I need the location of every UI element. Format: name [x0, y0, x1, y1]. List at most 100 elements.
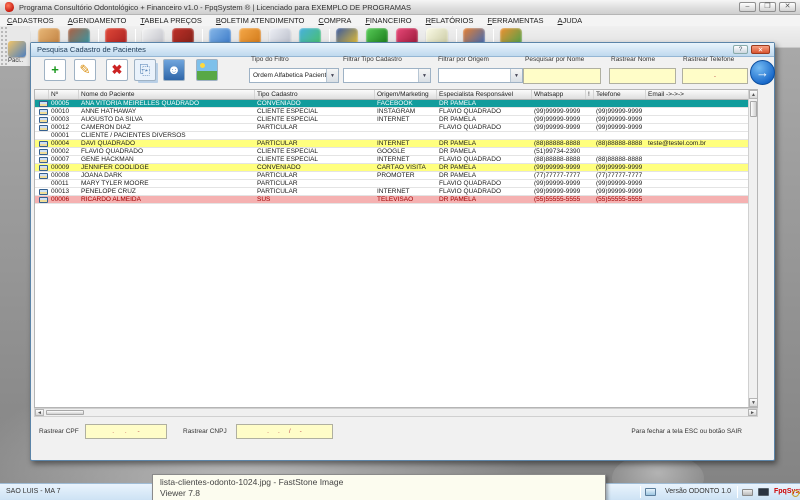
table-row[interactable]: 00003AUGUSTO DA SILVACLIENTE ESPECIALINT… [35, 116, 757, 124]
menu-ajuda[interactable]: AJUDA [551, 16, 590, 25]
restore-button[interactable]: ❐ [759, 2, 776, 12]
table-row[interactable]: 00013PENELOPE CRUZPARTICULARINTERNETFLAV… [35, 188, 757, 196]
chevron-down-icon[interactable]: ▼ [510, 69, 522, 82]
vertical-scrollbar[interactable]: ▲ ▼ [748, 90, 757, 407]
rastrear-cnpj-input[interactable] [236, 424, 333, 439]
cell: 00002 [49, 148, 79, 155]
cell: (99)99999-9999 [594, 188, 646, 195]
horizontal-scrollbar[interactable]: ◄ ► [34, 408, 758, 417]
scroll-down-icon[interactable]: ▼ [749, 398, 758, 407]
rastrear-nome-input[interactable] [609, 68, 676, 84]
column-header-6[interactable]: Whatsapp [532, 90, 586, 99]
table-row[interactable]: 00008JOANA DARKPARTICULARPROMOTERDR PAME… [35, 172, 757, 180]
table-row[interactable]: 00005ANA VITORIA MEIRELLES QUADRADOCONVE… [35, 100, 757, 108]
cell: TELEVISÃO [375, 196, 437, 203]
horizontal-scroll-thumb[interactable] [46, 410, 84, 415]
photo-icon [39, 125, 48, 131]
tipo-filtro-combo[interactable]: Ordem Alfabetica Paciente ▼ [249, 68, 339, 83]
cell: DR PAMELA [437, 116, 532, 123]
chevron-down-icon[interactable]: ▼ [326, 69, 338, 82]
filtrar-tipo-cadastro-combo[interactable]: ▼ [343, 68, 431, 83]
menu-agendamento[interactable]: AGENDAMENTO [61, 16, 134, 25]
cell: SUS [255, 196, 375, 203]
pesquisar-nome-input[interactable] [523, 68, 601, 84]
table-row[interactable]: 00009JENNIFER COOLIDGECONVENIADOCARTÃO V… [35, 164, 757, 172]
dialog-close-button[interactable]: ✕ [751, 45, 770, 54]
key-icon [792, 489, 800, 497]
menu-boletim-atendimento[interactable]: BOLETIM ATENDIMENTO [209, 16, 312, 25]
side-toolbar-gripper[interactable] [0, 26, 7, 66]
table-row[interactable]: 00002FLAVIO QUADRADOCLIENTE ESPECIALGOOG… [35, 148, 757, 156]
cell [586, 156, 594, 163]
cell [375, 180, 437, 187]
dialog-titlebar[interactable]: Pesquisa Cadastro de Pacientes ? ✕ [31, 43, 774, 57]
patients-big-button-icon[interactable] [8, 41, 26, 57]
rastrear-cpf-input[interactable] [85, 424, 167, 439]
cell [375, 124, 437, 131]
cell: 00013 [49, 188, 79, 195]
monitor-icon [758, 488, 769, 496]
menu-financeiro[interactable]: FINANCEIRO [358, 16, 418, 25]
column-header-8[interactable]: Telefone [594, 90, 646, 99]
menu-cadastros[interactable]: CADASTROS [0, 16, 61, 25]
patient-photo-icon[interactable] [196, 59, 218, 81]
table-row[interactable]: 00011MARY TYLER MOOREPARTICULARFLAVIO QU… [35, 180, 757, 188]
pesquisa-cadastro-pacientes-window: Pesquisa Cadastro de Pacientes ? ✕ + ✎ ✖ ⎘ ☻… [30, 42, 775, 461]
statusbar-separator [640, 486, 641, 498]
photo-icon-cell [35, 100, 49, 107]
column-header-3[interactable]: Tipo Cadastro [255, 90, 375, 99]
filtrar-origem-combo[interactable]: ▼ [438, 68, 523, 83]
close-button[interactable]: ✕ [779, 2, 796, 12]
cell: CLIENTE ESPECIAL [255, 108, 375, 115]
table-row[interactable]: 00001CLIENTE / PACIENTES DIVERSOS [35, 132, 757, 140]
cell [594, 132, 646, 139]
rastrear-telefone-input[interactable] [682, 68, 748, 84]
cell: FLAVIO QUADRADO [437, 188, 532, 195]
patient-export-icon[interactable]: ☻ [163, 59, 185, 81]
table-row[interactable]: 00010ANNE HATHAWAYCLIENTE ESPECIALINSTAG… [35, 108, 757, 116]
table-row[interactable]: 00012CAMERON DIAZPARTICULARFLAVIO QUADRA… [35, 124, 757, 132]
table-row[interactable]: 00004DAVI QUADRADOPARTICULARINTERNETDR P… [35, 140, 757, 148]
search-go-button[interactable]: → [750, 60, 775, 85]
table-row[interactable]: 00006RICARDO ALMEIDASUSTELEVISÃODR PAMEL… [35, 196, 757, 204]
cell: PARTICULAR [255, 172, 375, 179]
photo-icon [39, 109, 48, 115]
table-row[interactable]: 00007GENE HACKMANCLIENTE ESPECIALINTERNE… [35, 156, 757, 164]
column-header-5[interactable]: Especialista Responsável [437, 90, 532, 99]
copy-print-icon[interactable]: ⎘ [134, 59, 156, 81]
menu-ferramentas[interactable]: FERRAMENTAS [480, 16, 550, 25]
column-header-9[interactable]: Email ->->-> [646, 90, 750, 99]
column-header-1[interactable]: Nº [49, 90, 79, 99]
photo-icon [39, 197, 48, 203]
add-patient-icon[interactable]: + [44, 59, 66, 81]
menu-relat-rios[interactable]: RELATÓRIOS [419, 16, 481, 25]
menu-compra[interactable]: COMPRA [311, 16, 358, 25]
vertical-scroll-thumb[interactable] [750, 101, 757, 117]
dialog-title: Pesquisa Cadastro de Pacientes [31, 45, 146, 54]
grid-header[interactable]: NºNome do PacienteTipo CadastroOrigem/Ma… [35, 90, 757, 100]
tipo-filtro-label: Tipo do Filtro [251, 56, 289, 63]
dialog-help-button[interactable]: ? [733, 45, 748, 54]
photo-icon-cell [35, 148, 49, 155]
column-header-7[interactable]: ! [586, 90, 594, 99]
menu-tabela-pre-os[interactable]: TABELA PREÇOS [133, 16, 209, 25]
column-header-2[interactable]: Nome do Paciente [79, 90, 255, 99]
cell: CAMERON DIAZ [79, 124, 255, 131]
delete-patient-icon[interactable]: ✖ [106, 59, 128, 81]
cell [646, 180, 750, 187]
scroll-up-icon[interactable]: ▲ [749, 90, 758, 99]
cell: INTERNET [375, 140, 437, 147]
edit-patient-icon[interactable]: ✎ [74, 59, 96, 81]
scroll-left-icon[interactable]: ◄ [35, 409, 44, 416]
cell: (51)99734-2390 [532, 148, 586, 155]
scroll-right-icon[interactable]: ► [748, 409, 757, 416]
minimize-button[interactable]: – [739, 2, 756, 12]
chevron-down-icon[interactable]: ▼ [418, 69, 430, 82]
column-header-0[interactable] [35, 90, 49, 99]
cell [532, 132, 586, 139]
cell: DR PAMELA [437, 100, 532, 107]
cell: 00012 [49, 124, 79, 131]
photo-icon-cell [35, 156, 49, 163]
cell: CLIENTE ESPECIAL [255, 116, 375, 123]
column-header-4[interactable]: Origem/Marketing [375, 90, 437, 99]
